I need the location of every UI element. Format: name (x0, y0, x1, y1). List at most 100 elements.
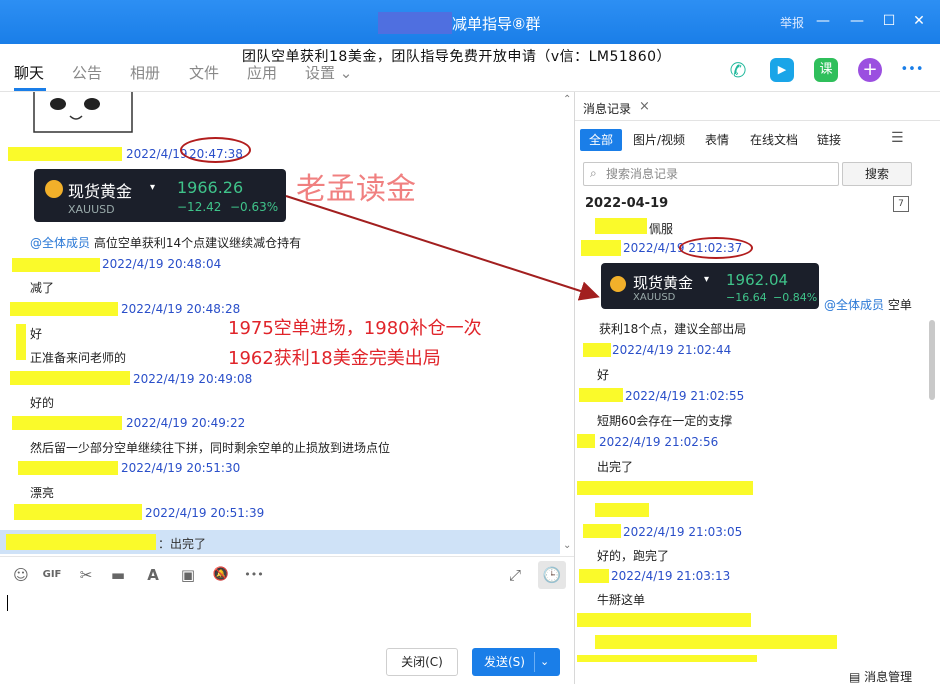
highlight-mark (16, 324, 26, 360)
search-icon: ⌕ (590, 166, 597, 180)
sender-name (581, 240, 621, 256)
chat-messages-panel[interactable]: ⌃ 2022/4/19 20:47:38 现货黄金 ▾ XAUUSD 1966.… (0, 92, 574, 530)
history-panel-tab[interactable]: 消息记录 (583, 100, 631, 117)
message-time: 2022/4/19 21:02:44 (612, 343, 732, 357)
folder-icon[interactable]: ▬ (108, 565, 128, 585)
message-manage-button[interactable]: ▤ 消息管理 (849, 668, 912, 684)
lesson-icon[interactable]: 课 (814, 58, 838, 82)
more-icon[interactable]: ••• (900, 58, 924, 82)
message-input-area[interactable]: 关闭(C) 发送(S) ⌄ (0, 592, 574, 684)
tab-files[interactable]: 文件 (189, 62, 219, 83)
font-icon[interactable]: A (143, 565, 163, 585)
tab-divider (575, 120, 940, 121)
sender-name (10, 302, 118, 316)
gold-price-card[interactable]: 现货黄金 ▾ XAUUSD 1962.04 −16.64 −0.84% (601, 263, 819, 309)
sender-name (579, 569, 609, 583)
tab-apps[interactable]: 应用 (247, 62, 277, 83)
manage-icon: ▤ (849, 670, 861, 684)
scissors-icon[interactable]: ✂ (76, 565, 96, 585)
tab-chat[interactable]: 聊天 (14, 62, 44, 83)
message-rest: 然后留一少部分空单继续往下拼，同时剩余空单的止损放到进场点位 (30, 441, 391, 455)
message-reduce: 减了 (30, 281, 55, 295)
send-options-chevron-icon[interactable]: ⌄ (540, 648, 549, 676)
filter-icon[interactable]: ☰ (891, 130, 904, 146)
sender-name (10, 371, 130, 385)
highlight-mark (595, 503, 649, 517)
highlight-mark (577, 613, 751, 627)
annotation-entry: 1975空单进场，1980补仓一次 (228, 318, 482, 339)
nav-bar: 团队空单获利18美金，团队指导免费开放申请（v信：LM51860） 聊天 公告 … (0, 44, 940, 92)
search-button[interactable]: 搜索 (842, 162, 912, 186)
sender-name (12, 416, 122, 430)
maximize-icon[interactable]: ☐ (880, 12, 898, 30)
send-button[interactable]: 发送(S) ⌄ (472, 648, 560, 676)
scroll-top-icon[interactable]: ⌃ (563, 94, 571, 105)
title-bar: 减单指导⑧群 举报 — — ☐ ✕ (0, 0, 940, 44)
quote-change-pct: −0.84% (773, 291, 818, 304)
history-search-box[interactable]: ⌕ (583, 162, 839, 186)
watermark-text: 老孟读金 (296, 172, 416, 207)
send-button-label: 发送(S) (484, 655, 525, 669)
quote-change-pct: −0.63% (230, 200, 279, 214)
message-nice: 漂亮 (30, 486, 55, 500)
message-bull: 牛掰这单 (597, 593, 646, 607)
collapse-quote-icon[interactable]: ⌄ (563, 540, 571, 551)
close-button[interactable]: 关闭(C) (386, 648, 458, 676)
filter-tab-all[interactable]: 全部 (580, 129, 623, 151)
filter-tab-media[interactable]: 图片/视频 (633, 129, 685, 151)
message-time: 2022/4/19 21:02:56 (599, 435, 719, 449)
add-app-icon[interactable]: + (858, 58, 882, 82)
tab-notice[interactable]: 公告 (72, 62, 102, 83)
message-done: 出完了 (597, 460, 634, 474)
close-icon[interactable]: ✕ (910, 12, 928, 30)
sticker-image (33, 92, 133, 133)
mute-bell-icon[interactable]: 🔕 (211, 565, 231, 585)
window-title: 减单指导⑧群 (452, 15, 541, 33)
reply-quote-bar[interactable]: ：出完了 (0, 530, 560, 554)
phone-call-icon[interactable]: ✆ (726, 58, 750, 82)
report-link[interactable]: 举报 (780, 14, 804, 31)
message-time: 2022/4/19 20:49:08 (133, 372, 253, 386)
quoted-text: ：出完了 (158, 537, 207, 551)
history-search-input[interactable] (606, 166, 834, 182)
video-call-icon[interactable]: ▶ (770, 58, 794, 82)
more-tools-icon[interactable]: ••• (244, 565, 264, 585)
calendar-icon[interactable]: 7 (893, 196, 909, 212)
composer-toolbar: ☺ GIF ✂ ▬ A ▣ 🔕 ••• ⤢ 🕒 (0, 556, 574, 592)
emoji-icon[interactable]: ☺ (11, 565, 31, 585)
expand-icon[interactable]: ⤢ (505, 565, 525, 585)
mention-all[interactable]: @全体成员 (30, 236, 90, 250)
quote-price: 1962.04 (726, 271, 789, 289)
tab-settings[interactable]: 设置 ⌄ (305, 62, 352, 83)
chevron-down-icon: ▾ (704, 274, 710, 285)
minimize-icon[interactable]: — (814, 12, 832, 30)
quote-name: 现货黄金 (633, 274, 694, 292)
message-admire: 佩服 (649, 222, 674, 236)
title-redaction (378, 12, 452, 34)
tab-album[interactable]: 相册 (130, 62, 160, 83)
message-history-panel: 消息记录 × 全部 图片/视频 表情 在线文档 链接 ☰ ⌕ 搜索 2022-0… (575, 92, 940, 684)
message-time: 2022/4/19 21:03:05 (623, 525, 743, 539)
history-scrollbar[interactable] (929, 320, 935, 400)
message-text: @全体成员 空单 (824, 296, 912, 313)
gif-icon[interactable]: GIF (42, 565, 62, 585)
annotation-exit: 1962获利18美金完美出局 (228, 348, 441, 369)
quoted-sender-name (6, 534, 156, 550)
quote-name: 现货黄金 (68, 182, 133, 201)
quote-code: XAUUSD (68, 203, 115, 216)
active-tab-indicator (14, 88, 46, 91)
history-clock-icon[interactable]: 🕒 (538, 561, 566, 589)
filter-tab-stickers[interactable]: 表情 (705, 129, 729, 151)
highlight-mark (595, 635, 837, 649)
message-ok: 好 (30, 327, 43, 341)
message-ask: 正准备来问老师的 (30, 351, 127, 365)
mention-all[interactable]: @全体成员 (824, 298, 884, 312)
filter-tab-links[interactable]: 链接 (817, 129, 841, 151)
minimize-to-tray-icon[interactable]: — (848, 12, 866, 30)
filter-tab-docs[interactable]: 在线文档 (750, 129, 798, 151)
message-ok: 好 (597, 368, 610, 382)
close-history-icon[interactable]: × (639, 99, 650, 114)
gold-price-card[interactable]: 现货黄金 ▾ XAUUSD 1966.26 −12.42 −0.63% (34, 169, 286, 222)
image-icon[interactable]: ▣ (178, 565, 198, 585)
quote-change: −12.42 (177, 200, 222, 214)
